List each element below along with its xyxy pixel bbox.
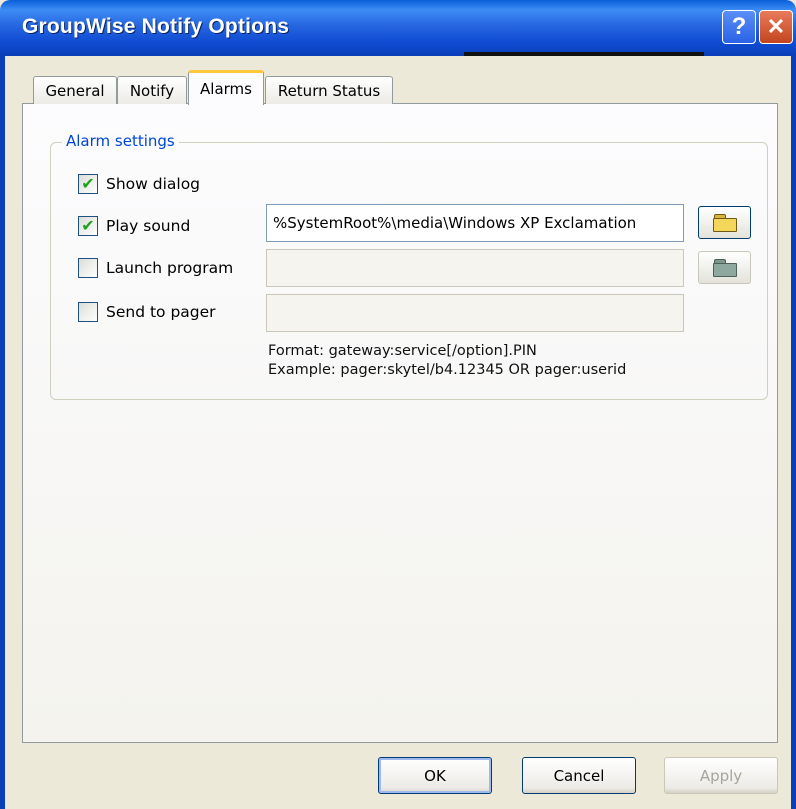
send-to-pager-checkbox[interactable] [78,302,98,322]
ok-button[interactable]: OK [378,757,492,794]
pager-format-hint: Format: gateway:service[/option].PIN [268,343,537,359]
tab-label: Notify [129,81,175,100]
tab-return-status[interactable]: Return Status [265,76,393,104]
play-sound-row[interactable]: ✔ Play sound [78,216,190,236]
ok-label: OK [424,766,446,785]
title-bar-occlusion [464,52,704,56]
launch-program-row[interactable]: Launch program [78,258,233,278]
checkmark-icon: ✔ [81,174,95,193]
send-to-pager-row[interactable]: Send to pager [78,302,216,322]
tab-alarms[interactable]: Alarms [188,70,264,105]
dialog-window: GroupWise Notify Options ? ✕ General Not… [0,0,796,809]
folder-icon [712,213,737,232]
apply-label: Apply [699,766,743,785]
apply-button[interactable]: Apply [664,757,778,794]
send-to-pager-label[interactable]: Send to pager [106,303,216,321]
window-title: GroupWise Notify Options [22,15,290,38]
tab-label: Alarms [200,80,252,98]
launch-program-checkbox[interactable] [78,258,98,278]
cancel-button[interactable]: Cancel [522,757,636,794]
help-icon: ? [731,13,747,40]
tab-general[interactable]: General [33,76,117,104]
show-dialog-label[interactable]: Show dialog [106,175,200,193]
tab-notify[interactable]: Notify [117,76,187,104]
checkmark-icon: ✔ [81,216,95,235]
show-dialog-row[interactable]: ✔ Show dialog [78,174,200,194]
play-sound-checkbox[interactable]: ✔ [78,216,98,236]
tab-label: Return Status [277,81,381,100]
close-icon: ✕ [766,14,786,39]
sound-file-input[interactable]: %SystemRoot%\media\Windows XP Exclamatio… [266,204,684,242]
window-frame-left [0,56,5,809]
title-bar[interactable]: GroupWise Notify Options ? ✕ [0,0,796,56]
close-button[interactable]: ✕ [759,10,793,44]
browse-program-button[interactable] [698,251,751,284]
pager-address-input[interactable] [266,294,684,332]
cancel-label: Cancel [553,766,605,785]
launch-program-label[interactable]: Launch program [106,259,233,277]
help-button[interactable]: ? [722,10,756,44]
launch-program-input[interactable] [266,249,684,287]
alarm-settings-legend: Alarm settings [62,132,179,150]
folder-icon [712,258,737,277]
tab-label: General [45,81,105,100]
pager-example-hint: Example: pager:skytel/b4.12345 OR pager:… [268,362,627,378]
show-dialog-checkbox[interactable]: ✔ [78,174,98,194]
browse-sound-button[interactable] [698,206,751,239]
play-sound-label[interactable]: Play sound [106,217,190,235]
window-frame-right [791,56,796,809]
